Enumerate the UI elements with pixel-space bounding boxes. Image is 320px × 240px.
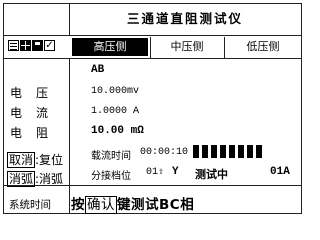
resistance-value: 10.00 mΩ [91,125,144,137]
cancel-key[interactable]: 取消 [7,152,36,168]
app-title: 三通道直阻测试仪 [126,11,243,26]
current-label: 电流 [10,106,63,120]
status-icons: ✓ [8,40,55,54]
check-icon: ✓ [44,40,55,51]
footer-column-divider [69,185,70,214]
erase-key-hint: 消弧:消弧 [7,170,63,187]
tap-label: 分接档位 [91,171,131,182]
cancel-key-hint: 取消:复位 [7,151,63,168]
footer-message: 按确认 键测试BC相 [71,193,195,214]
confirm-key[interactable]: 确认 [85,196,117,214]
save-disk-icon [32,40,43,51]
flow-time-label: 载流时间 [91,151,131,162]
title-divider [3,35,302,36]
tab-low-voltage[interactable]: 低压侧 [225,38,301,56]
resistance-label: 电阻 [10,126,63,140]
voltage-value: 10.000mv [91,86,140,97]
voltage-label: 电压 [10,86,63,100]
erase-key[interactable]: 消弧 [7,171,36,187]
tap-right-value: 01A [270,166,290,178]
footer-prefix: 按 [71,197,85,213]
erase-key-text: :消弧 [35,172,64,186]
tap-value: 01 [146,167,159,178]
system-time-label: 系统时间 [9,199,51,211]
tab-medium-voltage[interactable]: 中压侧 [151,38,223,56]
tap-up-icon: ⇧ [158,167,165,178]
footer-message-text: 键测试BC相 [117,197,195,213]
tab-bottom-divider [3,58,302,59]
tab-high-voltage[interactable]: 高压侧 [72,38,148,56]
left-column-divider [69,59,70,185]
flow-time-value: 00:00:10 [140,147,189,158]
cancel-key-text: :复位 [35,153,64,167]
current-value: 1.0000 A [91,106,140,117]
phase-label: AB [91,64,105,76]
test-status: 测试中 [195,168,228,181]
winding-type: Y [172,166,179,178]
grid-icon [20,40,31,51]
list-icon [8,40,19,51]
progress-bars [193,145,262,158]
